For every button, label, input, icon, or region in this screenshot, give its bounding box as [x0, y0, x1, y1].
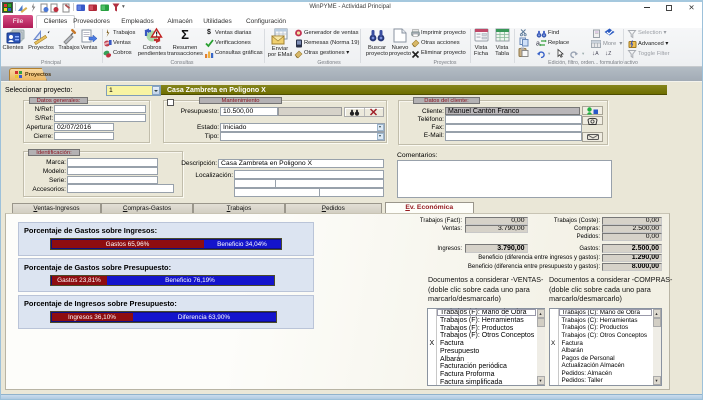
svg-text:a: a [536, 41, 540, 48]
